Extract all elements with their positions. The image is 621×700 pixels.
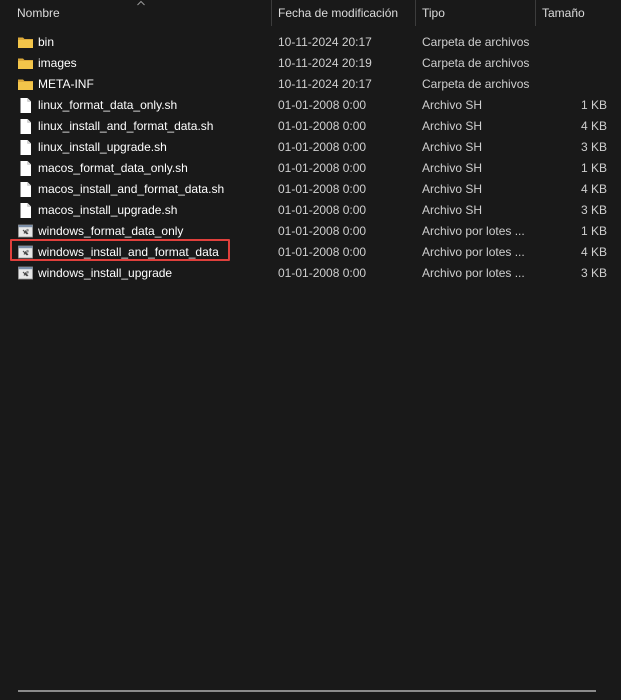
file-name: macos_format_data_only.sh: [38, 161, 188, 175]
file-row[interactable]: windows_install_upgrade 01-01-2008 0:00 Ar…: [0, 263, 621, 284]
file-type: Archivo por lotes ...: [422, 266, 525, 280]
batch-file-icon: [17, 244, 34, 261]
file-type: Archivo SH: [422, 140, 483, 154]
column-header-size[interactable]: Tamaño: [542, 0, 585, 26]
file-name: linux_install_and_format_data.sh: [38, 119, 214, 133]
file-date-modified: 01-01-2008 0:00: [278, 203, 367, 217]
folder-row[interactable]: bin 10-11-2024 20:17 Carpeta de archivos: [0, 32, 621, 53]
file-icon: [17, 160, 34, 177]
file-date-modified: 10-11-2024 20:17: [278, 35, 372, 49]
file-size: 3 KB: [580, 140, 607, 154]
folder-icon: [17, 34, 34, 51]
file-type: Archivo SH: [422, 161, 483, 175]
file-name: bin: [38, 35, 55, 49]
batch-file-icon: [17, 223, 34, 240]
file-row[interactable]: linux_install_upgrade.sh 01-01-2008 0:00 A…: [0, 137, 621, 158]
folder-icon: [17, 76, 34, 93]
file-size: 4 KB: [580, 119, 607, 133]
file-row[interactable]: windows_install_and_format_data 01-01-200…: [0, 239, 621, 263]
file-icon: [17, 97, 34, 114]
file-type: Archivo por lotes ...: [422, 245, 525, 259]
file-list: Nombre Fecha de modificación Tipo Tamaño…: [0, 0, 621, 700]
file-size: 4 KB: [580, 182, 607, 196]
file-date-modified: 01-01-2008 0:00: [278, 140, 367, 154]
file-date-modified: 10-11-2024 20:17: [278, 77, 372, 91]
file-name: windows_install_upgrade: [38, 266, 173, 280]
file-size: 1 KB: [580, 161, 607, 175]
file-size: 1 KB: [580, 224, 607, 238]
file-type: Archivo SH: [422, 182, 483, 196]
file-icon: [17, 202, 34, 219]
file-date-modified: 01-01-2008 0:00: [278, 182, 367, 196]
file-name: META-INF: [38, 77, 94, 91]
file-size: 3 KB: [580, 266, 607, 280]
file-date-modified: 01-01-2008 0:00: [278, 266, 367, 280]
folder-row[interactable]: META-INF 10-11-2024 20:17 Carpeta de archi…: [0, 74, 621, 95]
file-name: linux_install_upgrade.sh: [38, 140, 167, 154]
file-icon: [17, 139, 34, 156]
file-name: macos_install_and_format_data.sh: [38, 182, 225, 196]
batch-file-icon: [17, 265, 34, 282]
sort-ascending-icon: [137, 0, 145, 6]
folder-row[interactable]: images 10-11-2024 20:19 Carpeta de archivo…: [0, 53, 621, 74]
file-type: Carpeta de archivos: [422, 35, 530, 49]
file-date-modified: 01-01-2008 0:00: [278, 245, 367, 259]
file-icon: [17, 181, 34, 198]
file-name: images: [38, 56, 77, 70]
file-type: Carpeta de archivos: [422, 77, 530, 91]
column-header-date[interactable]: Fecha de modificación: [278, 0, 398, 26]
file-date-modified: 01-01-2008 0:00: [278, 161, 367, 175]
file-name: macos_install_upgrade.sh: [38, 203, 178, 217]
file-type: Archivo por lotes ...: [422, 224, 525, 238]
column-header-type[interactable]: Tipo: [422, 0, 445, 26]
file-rows: bin 10-11-2024 20:17 Carpeta de archivos im…: [0, 32, 621, 284]
column-divider[interactable]: [271, 0, 272, 26]
file-type: Archivo SH: [422, 98, 483, 112]
file-size: 4 KB: [580, 245, 607, 259]
file-size: 3 KB: [580, 203, 607, 217]
file-type: Archivo SH: [422, 119, 483, 133]
file-type: Carpeta de archivos: [422, 56, 530, 70]
horizontal-scrollbar[interactable]: [18, 690, 596, 692]
column-divider[interactable]: [415, 0, 416, 26]
file-date-modified: 01-01-2008 0:00: [278, 98, 367, 112]
file-row[interactable]: macos_format_data_only.sh 01-01-2008 0:00…: [0, 158, 621, 179]
column-header-bar: Nombre Fecha de modificación Tipo Tamaño: [0, 0, 621, 26]
column-header-name[interactable]: Nombre: [17, 0, 60, 26]
file-date-modified: 01-01-2008 0:00: [278, 224, 367, 238]
file-date-modified: 10-11-2024 20:19: [278, 56, 372, 70]
file-name: linux_format_data_only.sh: [38, 98, 178, 112]
file-name: windows_install_and_format_data: [38, 245, 219, 259]
column-divider[interactable]: [535, 0, 536, 26]
file-date-modified: 01-01-2008 0:00: [278, 119, 367, 133]
file-row[interactable]: linux_install_and_format_data.sh 01-01-20…: [0, 116, 621, 137]
file-row[interactable]: macos_install_upgrade.sh 01-01-2008 0:00 A…: [0, 200, 621, 221]
file-icon: [17, 118, 34, 135]
file-row[interactable]: linux_format_data_only.sh 01-01-2008 0:00…: [0, 95, 621, 116]
file-row[interactable]: macos_install_and_format_data.sh 01-01-20…: [0, 179, 621, 200]
folder-icon: [17, 55, 34, 72]
file-type: Archivo SH: [422, 203, 483, 217]
file-size: 1 KB: [580, 98, 607, 112]
